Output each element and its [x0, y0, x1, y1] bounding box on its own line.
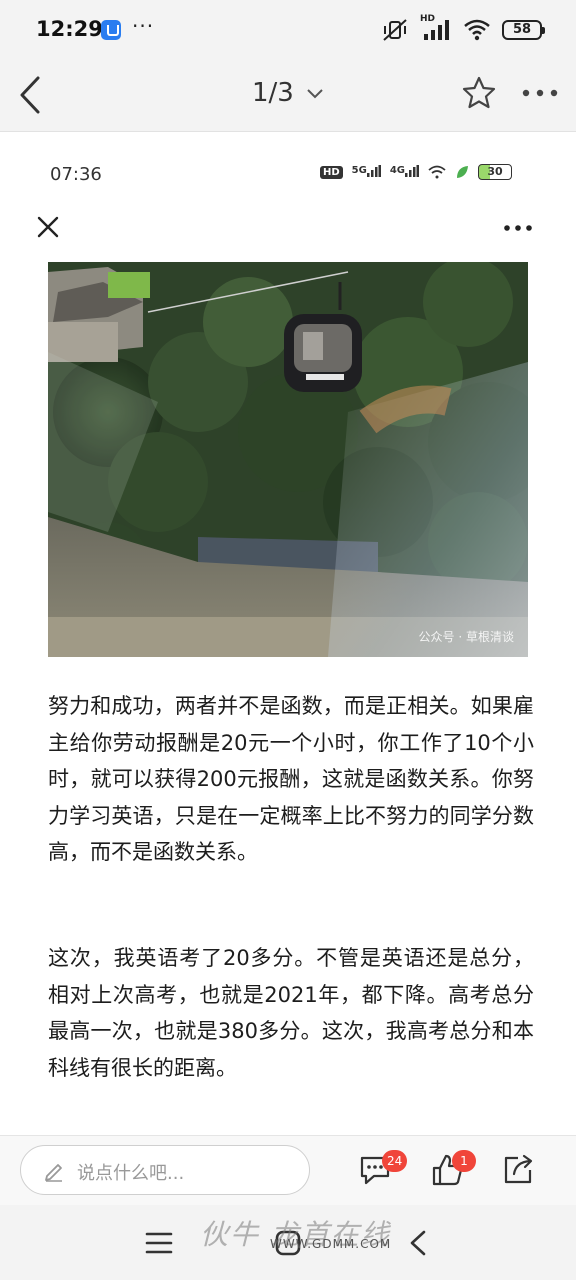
app-notification-icon: [101, 20, 121, 40]
embedded-status-icons: HD 5G 4G 30: [320, 164, 513, 180]
close-icon[interactable]: [34, 213, 62, 241]
bottom-action-bar: 说点什么吧... 24 1: [0, 1135, 576, 1205]
chevron-down-icon: [307, 88, 323, 98]
status-overflow-dots: ···: [132, 14, 155, 38]
status-time: 12:29: [36, 17, 103, 41]
embedded-4g-signal: 4G: [389, 164, 420, 180]
mute-vibrate-icon: [383, 19, 407, 41]
embedded-wifi-icon: [428, 165, 446, 179]
like-count-badge: 1: [452, 1150, 476, 1172]
pencil-icon: [45, 1164, 62, 1182]
menu-icon[interactable]: [144, 1230, 174, 1256]
embedded-more-icon[interactable]: [500, 214, 536, 242]
hd-signal-icon: HD: [420, 14, 452, 42]
article-paragraph: 这次，我英语考了20多分。不管是英语还是总分，相对上次高考，也就是2021年，都…: [48, 946, 534, 1080]
photo-watermark: 公众号 · 草根清谈: [418, 630, 514, 644]
comment-count-badge: 24: [382, 1150, 408, 1172]
photo-illustration: [48, 262, 528, 657]
embedded-battery: 30: [478, 164, 513, 180]
status-icons: HD 58: [382, 14, 545, 42]
leaf-icon: [457, 166, 469, 178]
top-navigation-bar: 1/3: [0, 60, 576, 132]
article-paragraph: 努力和成功，两者并不是函数，而是正相关。如果雇主给你劳动报酬是20元一个小时，你…: [48, 694, 534, 864]
site-watermark-url: WWW.GDMM.COM: [270, 1237, 392, 1251]
back-icon[interactable]: [406, 1229, 430, 1257]
battery-indicator: 58: [502, 20, 545, 40]
embedded-hd-badge: HD: [320, 165, 343, 179]
embedded-4g-label: 4G: [389, 164, 406, 176]
comment-input[interactable]: 说点什么吧...: [20, 1145, 310, 1195]
embedded-5g-signal: 5G: [351, 164, 381, 180]
like-button[interactable]: 1: [430, 1150, 476, 1192]
hd-label: HD: [420, 14, 436, 24]
favorite-star-icon[interactable]: [460, 74, 498, 112]
share-button[interactable]: [500, 1152, 540, 1192]
signal-bars-icon: [405, 164, 420, 177]
status-bar: 12:29 ··· HD 58: [0, 0, 576, 60]
share-icon: [504, 1154, 533, 1184]
page-indicator: 1/3: [251, 78, 294, 108]
more-options-icon[interactable]: [518, 76, 562, 110]
cable-car-photo: 公众号 · 草根清谈: [48, 262, 528, 657]
comment-placeholder: 说点什么吧...: [77, 1163, 185, 1184]
comments-button[interactable]: 24: [358, 1150, 408, 1192]
embedded-status-time: 07:36: [50, 164, 102, 185]
system-navigation-bar: 伙牛 龙首在线 WWW.GDMM.COM: [0, 1205, 576, 1280]
embedded-5g-label: 5G: [351, 164, 367, 176]
signal-bars-icon: [366, 164, 381, 177]
wifi-icon: [464, 19, 490, 41]
